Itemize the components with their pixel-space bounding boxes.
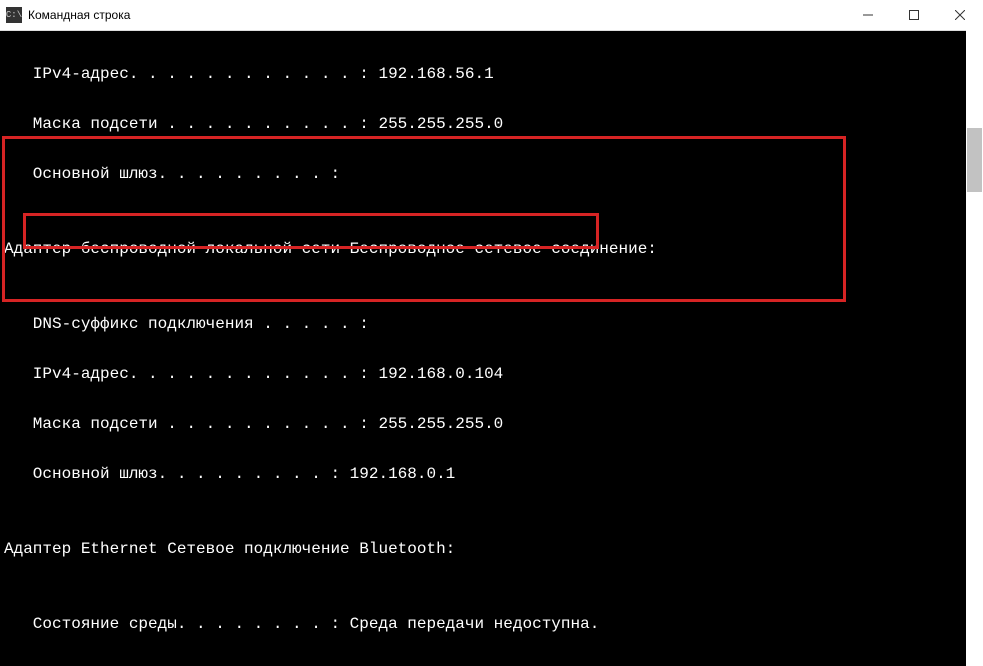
maximize-button[interactable] [891,0,937,30]
window-titlebar[interactable]: C:\ Командная строка [0,0,983,31]
close-button[interactable] [937,0,983,30]
output-line: Адаптер Ethernet Сетевое подключение Blu… [4,537,983,562]
app-icon: C:\ [6,7,22,23]
output-line: Маска подсети . . . . . . . . . . : 255.… [4,412,983,437]
output-line: DNS-суффикс подключения . . . . . : [4,312,983,337]
terminal-output[interactable]: IPv4-адрес. . . . . . . . . . . . : 192.… [0,31,983,666]
window-title: Командная строка [28,8,845,22]
minimize-button[interactable] [845,0,891,30]
output-line: DNS-суффикс подключения . . . . . : [4,662,983,666]
output-line: Состояние среды. . . . . . . . : Среда п… [4,612,983,637]
output-line: Маска подсети . . . . . . . . . . : 255.… [4,112,983,137]
output-line: Основной шлюз. . . . . . . . . : 192.168… [4,462,983,487]
output-line: Адаптер беспроводной локальной сети Бесп… [4,237,983,262]
output-line: Основной шлюз. . . . . . . . . : [4,162,983,187]
output-line: IPv4-адрес. . . . . . . . . . . . : 192.… [4,62,983,87]
output-line: IPv4-адрес. . . . . . . . . . . . : 192.… [4,362,983,387]
scrollbar-thumb[interactable] [967,128,982,192]
window-controls [845,0,983,30]
vertical-scrollbar[interactable] [966,30,983,666]
